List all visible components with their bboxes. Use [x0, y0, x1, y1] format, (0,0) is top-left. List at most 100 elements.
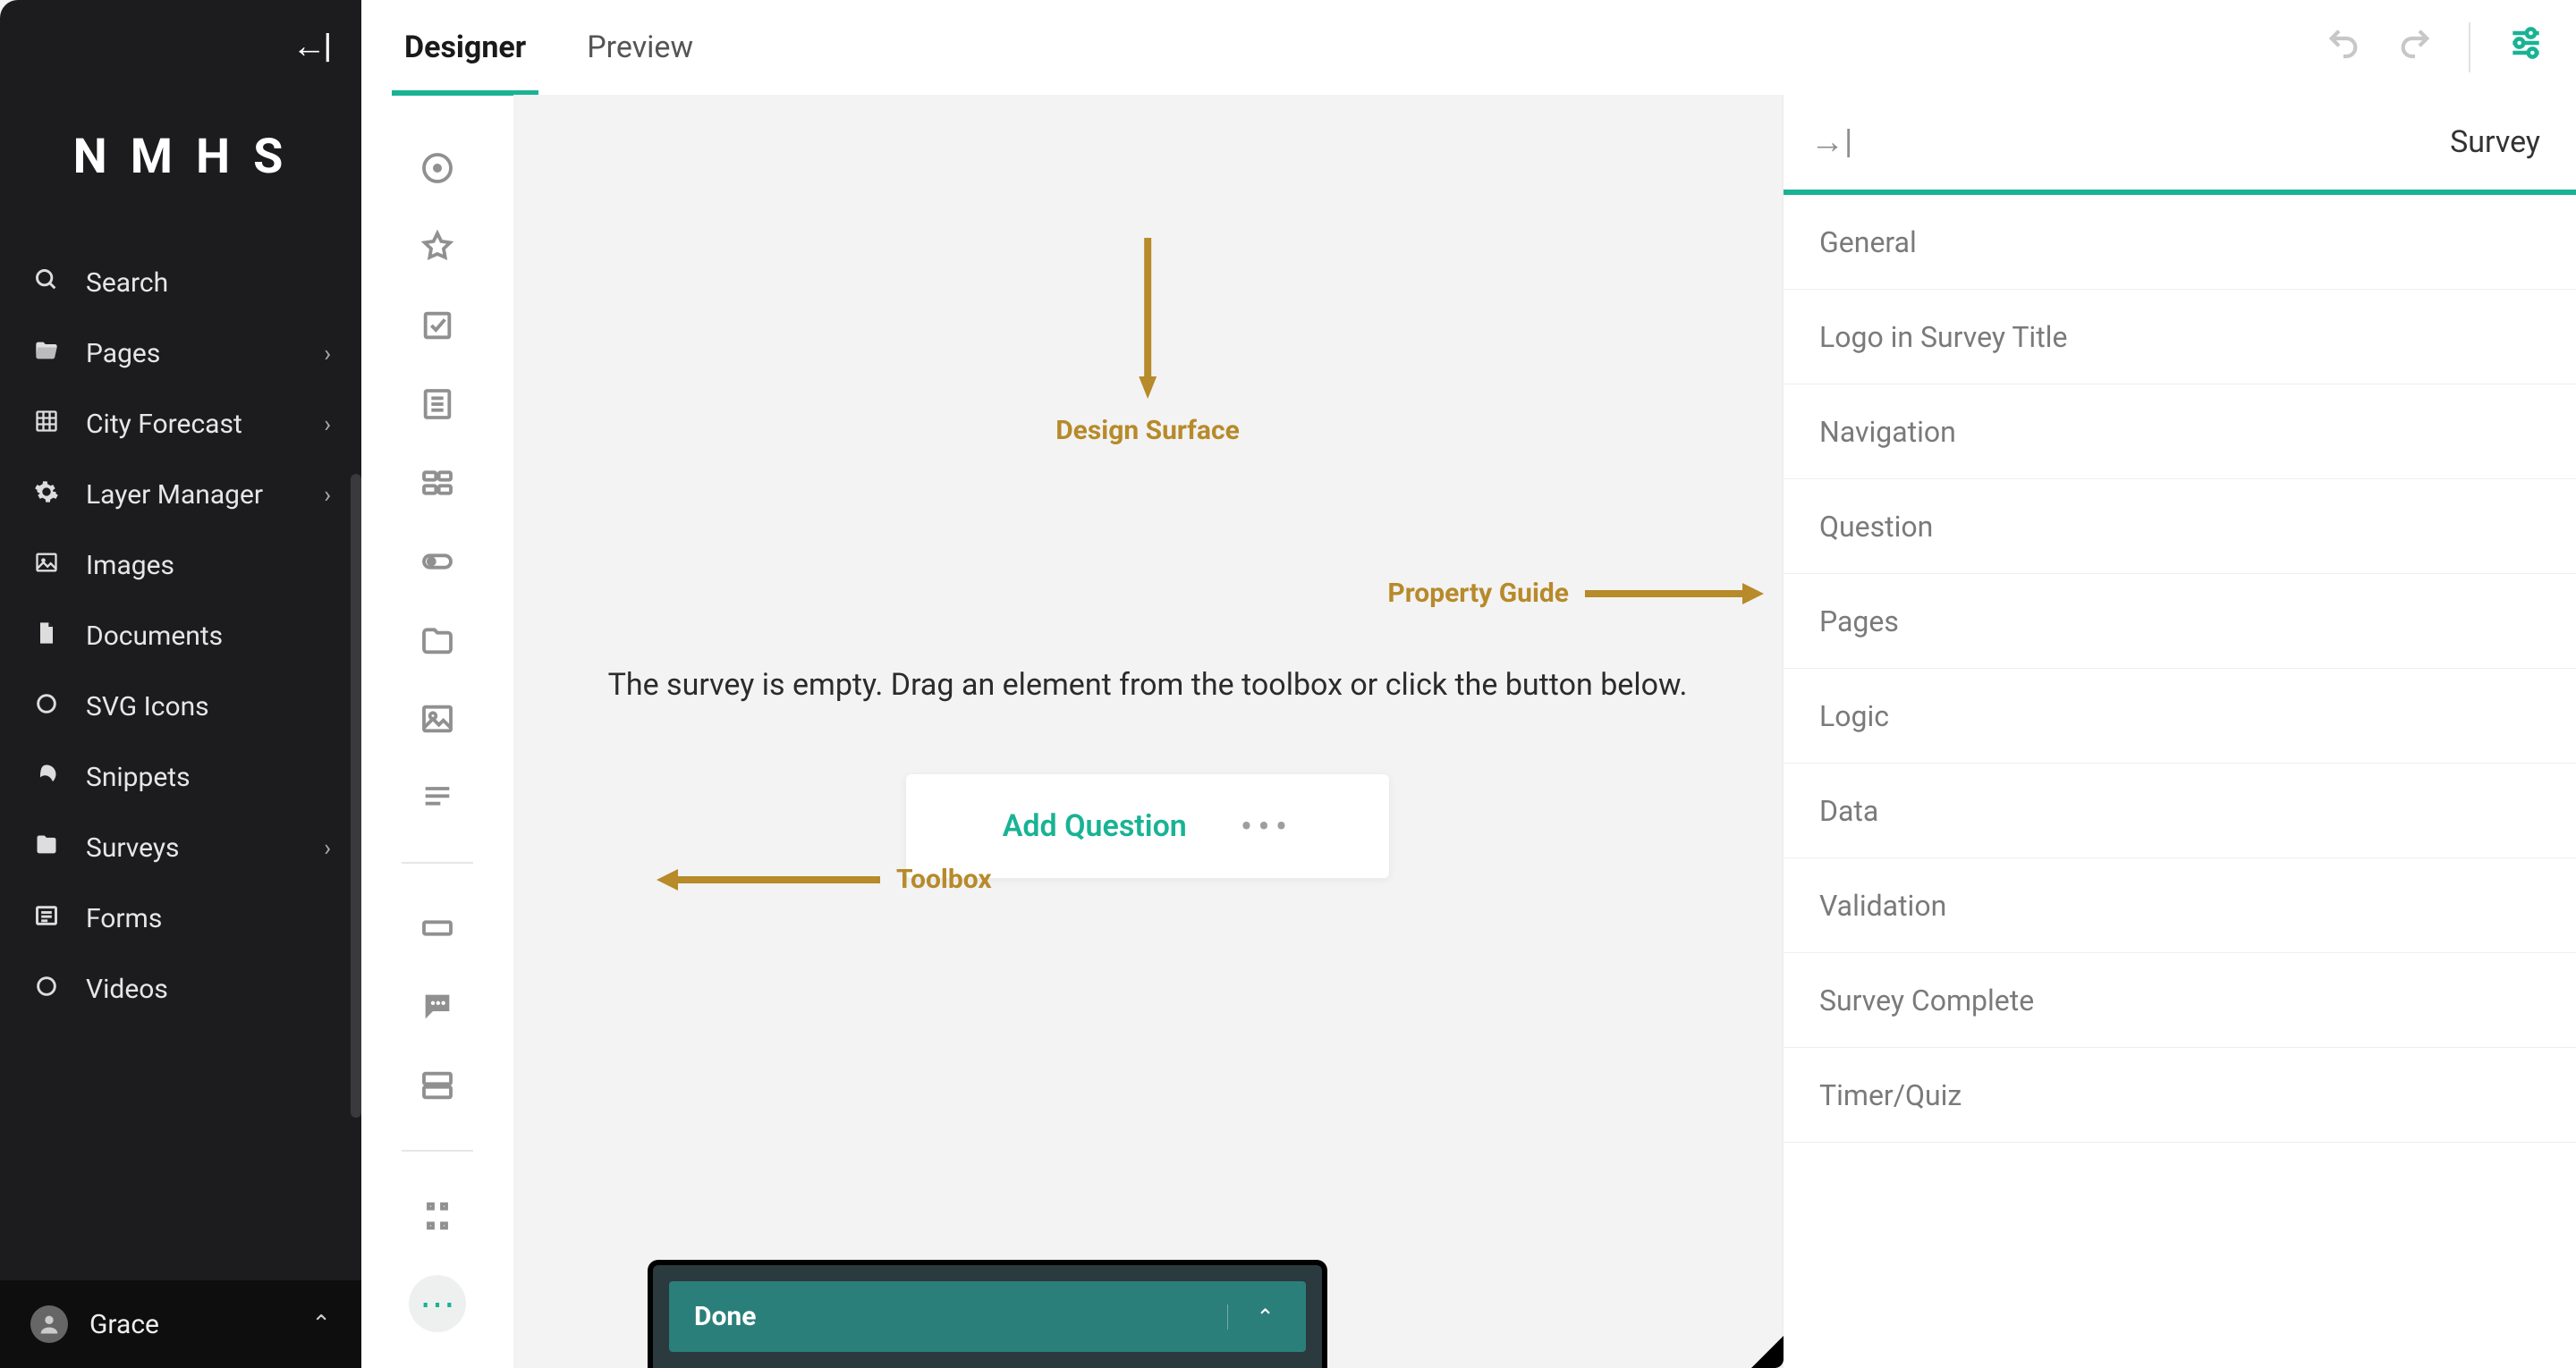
- design-surface[interactable]: Design Surface The survey is empty. Drag…: [513, 95, 1782, 1368]
- annotation-label: Toolbox: [896, 864, 992, 895]
- toolbox-item-radiogroup-icon[interactable]: [418, 148, 457, 188]
- list-icon: [30, 903, 63, 934]
- done-bar: Done ⌃: [648, 1260, 1327, 1368]
- tab-designer[interactable]: Designer: [397, 0, 533, 95]
- user-name: Grace: [89, 1309, 159, 1340]
- add-question-card: Add Question •••: [906, 774, 1389, 878]
- property-section-question[interactable]: Question: [1784, 479, 2576, 574]
- toolbox-item-image-icon[interactable]: [418, 699, 457, 739]
- empty-survey-message: The survey is empty. Drag an element fro…: [513, 667, 1782, 703]
- arrow-left-icon: [657, 869, 880, 891]
- tab-label: Designer: [404, 30, 526, 65]
- toolbox-item-checkbox-icon[interactable]: [418, 306, 457, 345]
- chevron-up-icon: ⌃: [311, 1311, 331, 1338]
- sidebar-item-snippets[interactable]: Snippets: [0, 742, 361, 813]
- sidebar-item-label: Images: [86, 550, 174, 581]
- gear-icon: [30, 479, 63, 511]
- image-icon: [30, 550, 63, 581]
- annotation-design-surface: Design Surface: [1055, 399, 1240, 446]
- avatar-icon: [30, 1305, 68, 1343]
- toolbox-item-input-icon[interactable]: [418, 908, 457, 948]
- user-menu[interactable]: Grace ⌃: [0, 1280, 361, 1368]
- chevron-up-icon[interactable]: ⌃: [1227, 1305, 1281, 1330]
- toolbox-item-panel-icon[interactable]: [418, 1196, 457, 1236]
- toolbox-more-icon[interactable]: ⋯: [409, 1275, 466, 1332]
- sidebar-item-images[interactable]: Images: [0, 530, 361, 601]
- sidebar-item-label: Layer Manager: [86, 479, 263, 511]
- sidebar-item-label: Videos: [86, 974, 168, 1005]
- property-section-survey-complete[interactable]: Survey Complete: [1784, 953, 2576, 1048]
- arrow-right-icon: [1585, 583, 1764, 604]
- folder-open-icon: [30, 338, 63, 369]
- property-section-label: Survey Complete: [1819, 984, 2034, 1018]
- sidebar-item-label: City Forecast: [86, 409, 242, 440]
- property-section-label: Timer/Quiz: [1819, 1078, 1962, 1112]
- annotation-label: Property Guide: [1387, 578, 1569, 609]
- sidebar-item-surveys[interactable]: Surveys ›: [0, 813, 361, 883]
- collapse-panel-icon[interactable]: →|: [1810, 122, 1852, 162]
- property-section-data[interactable]: Data: [1784, 764, 2576, 858]
- property-section-pages[interactable]: Pages: [1784, 574, 2576, 669]
- property-section-timer-quiz[interactable]: Timer/Quiz: [1784, 1048, 2576, 1143]
- separator: [2469, 22, 2470, 72]
- sidebar-item-label: Search: [86, 267, 168, 299]
- toolbox-item-boolean-icon[interactable]: [418, 542, 457, 581]
- sidebar-nav: Search Pages › City Forecast ›: [0, 248, 361, 1025]
- toolbox-divider: [402, 1150, 473, 1152]
- property-section-validation[interactable]: Validation: [1784, 858, 2576, 953]
- sidebar-item-city-forecast[interactable]: City Forecast ›: [0, 389, 361, 460]
- undo-icon[interactable]: [2326, 25, 2361, 70]
- collapse-sidebar-icon[interactable]: ←|: [292, 27, 329, 66]
- add-question-button[interactable]: Add Question: [1003, 808, 1187, 844]
- redo-icon[interactable]: [2397, 25, 2433, 70]
- property-section-navigation[interactable]: Navigation: [1784, 384, 2576, 479]
- toolbox-item-tagbox-icon[interactable]: [418, 463, 457, 502]
- property-panel-title: Survey: [2450, 124, 2540, 160]
- sidebar-item-videos[interactable]: Videos: [0, 954, 361, 1025]
- chevron-right-icon: ›: [324, 411, 331, 438]
- main-area: Designer Preview: [361, 0, 2576, 1368]
- arrow-down-icon: [1139, 238, 1157, 399]
- property-sections: General Logo in Survey Title Navigation …: [1784, 195, 2576, 1143]
- property-section-label: Validation: [1819, 889, 1946, 923]
- resize-corner-icon[interactable]: [1751, 1336, 1784, 1368]
- settings-sliders-icon[interactable]: [2506, 23, 2546, 72]
- property-section-general[interactable]: General: [1784, 195, 2576, 290]
- tab-preview[interactable]: Preview: [580, 0, 700, 95]
- file-icon: [30, 621, 63, 652]
- sidebar-item-label: Surveys: [86, 832, 180, 864]
- annotation-label: Design Surface: [1055, 415, 1240, 446]
- toolbox: ⋯: [361, 95, 513, 1368]
- toolbox-item-multipletext-icon[interactable]: [418, 1066, 457, 1105]
- done-button[interactable]: Done ⌃: [669, 1281, 1306, 1352]
- sidebar-item-forms[interactable]: Forms: [0, 883, 361, 954]
- sidebar-item-label: Pages: [86, 338, 160, 369]
- sidebar-item-documents[interactable]: Documents: [0, 601, 361, 671]
- annotation-toolbox: Toolbox: [657, 864, 992, 895]
- sidebar-scrollbar[interactable]: [351, 474, 361, 1118]
- property-section-label: Question: [1819, 510, 1933, 544]
- sidebar-item-label: SVG Icons: [86, 691, 209, 722]
- toolbox-item-comment-icon[interactable]: [418, 987, 457, 1026]
- property-section-logic[interactable]: Logic: [1784, 669, 2576, 764]
- top-bar: Designer Preview: [361, 0, 2576, 95]
- app-logo: NMHS: [0, 66, 361, 248]
- tab-label: Preview: [587, 30, 693, 65]
- sidebar-item-svg-icons[interactable]: SVG Icons: [0, 671, 361, 742]
- sidebar-item-label: Snippets: [86, 762, 191, 793]
- property-section-logo[interactable]: Logo in Survey Title: [1784, 290, 2576, 384]
- property-section-label: Data: [1819, 794, 1878, 828]
- more-options-icon[interactable]: •••: [1241, 806, 1293, 848]
- chevron-right-icon: ›: [324, 835, 331, 862]
- toolbox-item-dropdown-icon[interactable]: [418, 384, 457, 424]
- chevron-right-icon: ›: [324, 482, 331, 509]
- toolbox-item-rating-icon[interactable]: [418, 227, 457, 266]
- sidebar-item-layer-manager[interactable]: Layer Manager ›: [0, 460, 361, 530]
- leaf-icon: [30, 762, 63, 793]
- circle-icon: [30, 691, 63, 722]
- toolbox-item-file-icon[interactable]: [418, 621, 457, 660]
- mode-tabs: Designer Preview: [361, 0, 700, 95]
- sidebar-item-pages[interactable]: Pages ›: [0, 318, 361, 389]
- toolbox-item-html-icon[interactable]: [418, 778, 457, 817]
- sidebar-item-search[interactable]: Search: [0, 248, 361, 318]
